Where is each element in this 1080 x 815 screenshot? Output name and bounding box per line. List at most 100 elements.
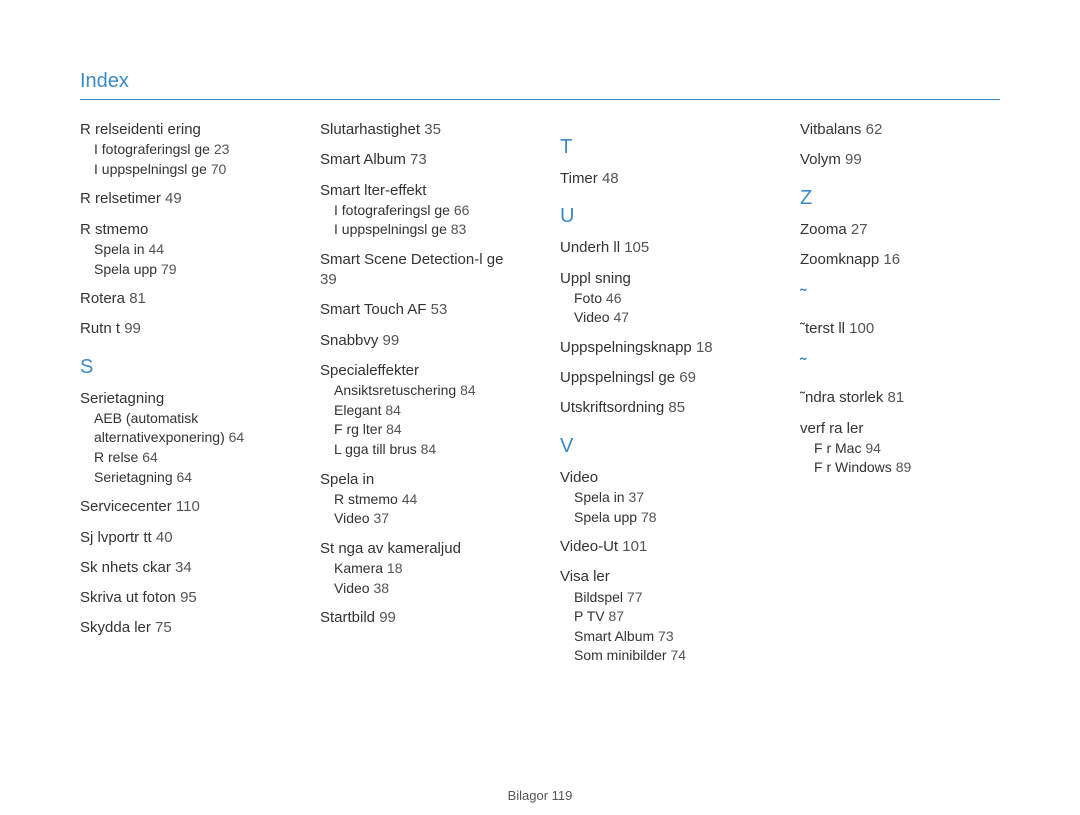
index-entry-page: 110 <box>176 498 200 515</box>
index-subentry-page: 64 <box>142 449 158 465</box>
index-subentry-page: 87 <box>609 608 625 624</box>
index-entry: Sj lvportr tt 40 <box>80 528 280 548</box>
index-subentry-page: 37 <box>373 510 389 526</box>
index-subentry-label: F r Mac <box>814 440 865 456</box>
index-entry: verf ra lerF r Mac 94F r Windows 89 <box>800 419 1000 478</box>
index-subentry: Som minibilder 74 <box>574 646 760 666</box>
index-entry-page: 100 <box>849 320 874 337</box>
index-subentry-page: 83 <box>451 221 467 237</box>
index-subentry: AEB (automatisk alternativexponering) 64 <box>94 409 280 448</box>
index-entry-label: Smart Touch AF <box>320 301 431 318</box>
index-entry: Sk nhets ckar 34 <box>80 558 280 578</box>
index-subentry: I uppspelningsl ge 70 <box>94 160 280 180</box>
page-title: Index <box>80 70 1000 100</box>
index-subentry-page: 44 <box>402 491 418 507</box>
index-entry-label: R relseidenti ering <box>80 121 201 138</box>
index-subentry-page: 78 <box>641 509 657 525</box>
index-entry: Serietagning AEB (automatisk alternativex… <box>80 389 280 488</box>
index-subentry-label: Video <box>334 510 373 526</box>
index-subentry-label: F r Windows <box>814 459 896 475</box>
footer-page: 119 <box>552 788 573 803</box>
index-entry: Uppspelningsl ge 69 <box>560 368 760 388</box>
index-column: Vitbalans 62Volym 99ZZooma 27Zoomknapp 1… <box>800 120 1000 676</box>
index-entry-label: Skydda ler <box>80 619 155 636</box>
index-entry: Volym 99 <box>800 150 1000 170</box>
index-subentry-page: 84 <box>460 382 476 398</box>
index-subentry-label: AEB (automatisk alternativexponering) <box>94 410 229 446</box>
index-entry: ˜ndra storlek 81 <box>800 388 1000 408</box>
index-entry: Smart Scene Detection-l ge 39 <box>320 250 520 291</box>
index-subentry-label: I fotograferingsl ge <box>334 202 454 218</box>
index-entry-label: Zoomknapp <box>800 251 883 268</box>
index-subentry-label: Elegant <box>334 402 385 418</box>
index-entry-page: 53 <box>431 301 448 318</box>
index-subentry: Video 37 <box>334 509 520 529</box>
index-subentry: Spela in 44 <box>94 240 280 260</box>
index-subentry: L gga till brus 84 <box>334 440 520 460</box>
index-subentry-label: Spela in <box>94 241 148 257</box>
index-entry-page: 81 <box>888 389 905 406</box>
index-subentry-label: Kamera <box>334 560 387 576</box>
index-subentry: Bildspel 77 <box>574 588 760 608</box>
index-entry-page: 69 <box>679 369 696 386</box>
index-entry: Slutarhastighet 35 <box>320 120 520 140</box>
index-entry-page: 105 <box>624 239 649 256</box>
index-entry: Skriva ut foton 95 <box>80 588 280 608</box>
index-subentry-label: Foto <box>574 290 606 306</box>
index-subentry: Serietagning 64 <box>94 468 280 488</box>
index-letter-heading: ˜ <box>800 355 1000 378</box>
index-entry-label: Rutn t <box>80 320 124 337</box>
index-letter-heading: ˜ <box>800 286 1000 309</box>
index-entry-label: ˜ndra storlek <box>800 389 888 406</box>
index-subentry-label: R stmemo <box>334 491 402 507</box>
index-entry-label: Snabbvy <box>320 332 383 349</box>
index-entry-label: R relsetimer <box>80 190 165 207</box>
index-entry: Uppspelningsknapp 18 <box>560 338 760 358</box>
index-subentry-page: 44 <box>148 241 164 257</box>
index-entry-label: Skriva ut foton <box>80 589 180 606</box>
index-entry: Rutn t 99 <box>80 319 280 339</box>
index-entry-page: 48 <box>602 170 619 187</box>
index-subentry-label: I uppspelningsl ge <box>334 221 451 237</box>
index-entry-page: 34 <box>175 559 192 576</box>
index-entry: Timer 48 <box>560 169 760 189</box>
index-entry-page: 99 <box>124 320 141 337</box>
index-entry: Smart Album 73 <box>320 150 520 170</box>
index-subentry-label: Ansiktsretuschering <box>334 382 460 398</box>
index-subentry-label: Serietagning <box>94 469 177 485</box>
index-subentry-page: 23 <box>214 141 230 157</box>
index-entry-label: Sk nhets ckar <box>80 559 175 576</box>
index-subentry: F rg lter 84 <box>334 420 520 440</box>
index-entry-page: 16 <box>883 251 900 268</box>
index-entry-page: 35 <box>424 121 441 138</box>
index-entry-label: Rotera <box>80 290 129 307</box>
index-letter-heading: V <box>560 435 760 458</box>
page-footer: Bilagor 119 <box>0 788 1080 803</box>
index-subentry: P TV 87 <box>574 607 760 627</box>
index-entry-page: 40 <box>156 529 173 546</box>
index-entry-label: Vitbalans <box>800 121 866 138</box>
index-subentry: Video 47 <box>574 308 760 328</box>
index-subentry: Spela upp 79 <box>94 260 280 280</box>
index-entry: Smart lter-effektI fotograferingsl ge 66… <box>320 181 520 240</box>
index-subentry-label: Som minibilder <box>574 647 670 663</box>
index-page: Index R relseidenti ering I fotografering… <box>0 0 1080 676</box>
index-subentry-page: 84 <box>386 421 402 437</box>
index-entry-label: Uppspelningsl ge <box>560 369 679 386</box>
index-subentry: Kamera 18 <box>334 559 520 579</box>
index-entry-page: 85 <box>668 399 685 416</box>
index-entry: R relsetimer 49 <box>80 189 280 209</box>
index-entry-label: Video <box>560 469 598 486</box>
index-columns: R relseidenti eringI fotograferingsl ge … <box>80 120 1000 676</box>
index-entry-label: Video-Ut <box>560 538 622 555</box>
index-entry-page: 81 <box>129 290 146 307</box>
index-entry: Vitbalans 62 <box>800 120 1000 140</box>
index-entry-page: 62 <box>866 121 883 138</box>
index-entry: Video-Ut 101 <box>560 537 760 557</box>
index-entry: R relseidenti eringI fotograferingsl ge … <box>80 120 280 179</box>
index-subentry-label: Video <box>334 580 373 596</box>
index-subentry-label: I fotograferingsl ge <box>94 141 214 157</box>
index-entry-label: Servicecenter <box>80 498 176 515</box>
index-column: TTimer 48UUnderh ll 105Uppl sningFoto 46… <box>560 120 760 676</box>
index-subentry-page: 77 <box>627 589 643 605</box>
